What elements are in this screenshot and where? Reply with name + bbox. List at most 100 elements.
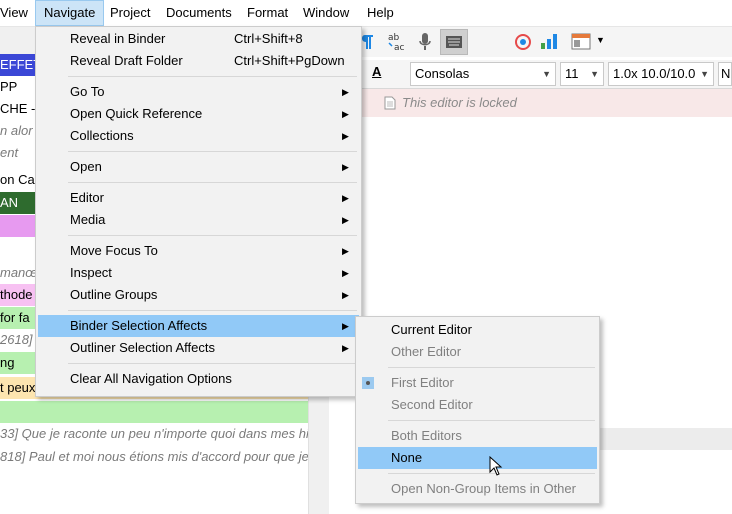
paragraph-icon[interactable] <box>360 33 374 51</box>
editor-lock-bar: This editor is locked <box>328 89 732 117</box>
menu-item-editor[interactable]: Editor ▶ <box>38 187 359 209</box>
binder-row[interactable]: 33] Que je raconte un peu n'importe quoi… <box>0 423 308 445</box>
lock-message: This editor is locked <box>402 95 517 110</box>
menu-project[interactable]: Project <box>102 0 158 26</box>
menu-separator <box>68 182 357 183</box>
menu-item-open-non-group-items-in-other[interactable]: Open Non-Group Items in Other <box>358 478 597 500</box>
menu-item-label: Open <box>70 159 102 174</box>
submenu-arrow-icon: ▶ <box>342 131 349 141</box>
svg-text:ab: ab <box>388 33 400 43</box>
font-family-value: Consolas <box>415 66 470 81</box>
binder-row[interactable] <box>0 401 308 423</box>
menu-item-outline-groups[interactable]: Outline Groups ▶ <box>38 284 359 306</box>
menu-item-media[interactable]: Media ▶ <box>38 209 359 231</box>
font-family-select[interactable]: Consolas ▼ <box>410 62 556 86</box>
svg-text:ac: ac <box>394 43 405 53</box>
target-icon[interactable] <box>514 33 532 51</box>
menu-separator <box>68 76 357 77</box>
radio-check-icon <box>362 377 374 389</box>
menu-item-label: Open Quick Reference <box>70 106 203 121</box>
menu-item-label: Other Editor <box>391 344 462 359</box>
menu-item-open[interactable]: Open ▶ <box>38 156 359 178</box>
menu-item-none[interactable]: None <box>358 447 597 469</box>
menu-item-open-quick-reference[interactable]: Open Quick Reference ▶ <box>38 103 359 125</box>
binder-row-label: n alor <box>0 123 33 138</box>
menu-item-outliner-selection-affects[interactable]: Outliner Selection Affects ▶ <box>38 337 359 359</box>
menu-item-label: Outliner Selection Affects <box>70 340 216 355</box>
menu-window[interactable]: Window <box>295 0 357 26</box>
binder-row-label: on Car <box>0 172 40 187</box>
menu-item-label: Current Editor <box>391 322 472 337</box>
submenu-arrow-icon: ▶ <box>342 343 349 353</box>
menu-help[interactable]: Help <box>359 0 402 26</box>
binder-row-label: thode <box>0 287 33 302</box>
binder-row-label: manœ <box>0 265 38 280</box>
binder-row-label: for fa <box>0 310 30 325</box>
menu-item-binder-selection-affects[interactable]: Binder Selection Affects ▶ <box>38 315 359 337</box>
menu-item-label: First Editor <box>391 375 454 390</box>
submenu-arrow-icon: ▶ <box>342 87 349 97</box>
binder-row-label: AN <box>0 195 19 210</box>
submenu-arrow-icon: ▶ <box>342 109 349 119</box>
menu-item-both-editors[interactable]: Both Editors <box>358 425 597 447</box>
menu-format[interactable]: Format <box>239 0 296 26</box>
line-spacing-value: 1.0x 10.0/10.0 <box>613 66 696 81</box>
menubar: View Navigate Project Documents Format Window… <box>0 0 732 27</box>
menu-item-label: Second Editor <box>391 397 473 412</box>
menu-item-label: Open Non-Group Items in Other <box>391 481 576 496</box>
binder-row[interactable]: 818] Paul et moi nous étions mis d'accor… <box>0 446 308 468</box>
menu-item-clear-all-navigation-options[interactable]: Clear All Navigation Options <box>38 368 359 390</box>
menu-separator <box>68 310 357 311</box>
menu-navigate[interactable]: Navigate <box>35 0 105 26</box>
chevron-down-icon: ▼ <box>590 69 599 79</box>
submenu-arrow-icon: ▶ <box>342 268 349 278</box>
document-icon <box>384 96 396 110</box>
text-color-icon[interactable]: A <box>372 64 381 79</box>
binder-row-label: PP <box>0 79 18 94</box>
statistics-icon[interactable] <box>540 32 560 50</box>
menu-item-collections[interactable]: Collections ▶ <box>38 125 359 147</box>
binder-selection-affects-submenu: Current Editor Other Editor First Editor Se… <box>355 316 600 504</box>
menu-item-label: Go To <box>70 84 105 99</box>
menu-item-first-editor[interactable]: First Editor <box>358 372 597 394</box>
font-size-select[interactable]: 11 ▼ <box>560 62 604 86</box>
binder-row-label: 818] Paul et moi nous étions mis d'accor… <box>0 449 308 464</box>
format-bar: A Consolas ▼ 11 ▼ 1.0x 10.0/10.0 ▼ N <box>328 60 732 89</box>
binder-row-label: ng <box>0 355 15 370</box>
menu-item-label: Media <box>70 212 106 227</box>
menu-separator <box>388 420 595 421</box>
menu-item-shortcut: Ctrl+Shift+PgDown <box>234 53 345 68</box>
submenu-arrow-icon: ▶ <box>342 290 349 300</box>
mouse-cursor-icon <box>489 456 503 476</box>
menu-item-reveal-in-binder[interactable]: Reveal in Binder Ctrl+Shift+8 <box>38 28 359 50</box>
spelling-icon[interactable]: ab ac <box>386 31 408 53</box>
submenu-arrow-icon: ▶ <box>342 193 349 203</box>
line-spacing-select[interactable]: 1.0x 10.0/10.0 ▼ <box>608 62 714 86</box>
menu-item-label: None <box>391 450 423 465</box>
font-size-value: 11 <box>565 66 579 81</box>
submenu-arrow-icon: ▶ <box>342 162 349 172</box>
menu-item-reveal-draft-folder[interactable]: Reveal Draft Folder Ctrl+Shift+PgDown <box>38 50 359 72</box>
menu-item-current-editor[interactable]: Current Editor <box>358 319 597 341</box>
menu-item-label: Clear All Navigation Options <box>70 371 232 386</box>
menu-item-other-editor[interactable]: Other Editor <box>358 341 597 363</box>
menu-item-move-focus-to[interactable]: Move Focus To ▶ <box>38 240 359 262</box>
navigate-menu: Reveal in Binder Ctrl+Shift+8 Reveal Draft… <box>35 26 362 397</box>
menu-separator <box>68 235 357 236</box>
menu-item-label: Collections <box>70 128 134 143</box>
layout-dropdown-arrow[interactable]: ▼ <box>596 35 605 45</box>
submenu-arrow-icon: ▶ <box>342 215 349 225</box>
menu-view[interactable]: View <box>0 0 36 26</box>
layout-icon[interactable] <box>571 33 591 50</box>
menu-item-label: Binder Selection Affects <box>70 318 208 333</box>
style-select[interactable]: N <box>718 62 732 86</box>
menu-separator <box>68 363 357 364</box>
menu-item-label: Outline Groups <box>70 287 158 302</box>
menu-item-inspect[interactable]: Inspect ▶ <box>38 262 359 284</box>
chevron-down-icon: ▼ <box>700 69 709 79</box>
menu-documents[interactable]: Documents <box>158 0 240 26</box>
microphone-icon[interactable] <box>418 32 432 52</box>
keyboard-button[interactable] <box>440 29 468 55</box>
menu-item-second-editor[interactable]: Second Editor <box>358 394 597 416</box>
menu-item-go-to[interactable]: Go To ▶ <box>38 81 359 103</box>
